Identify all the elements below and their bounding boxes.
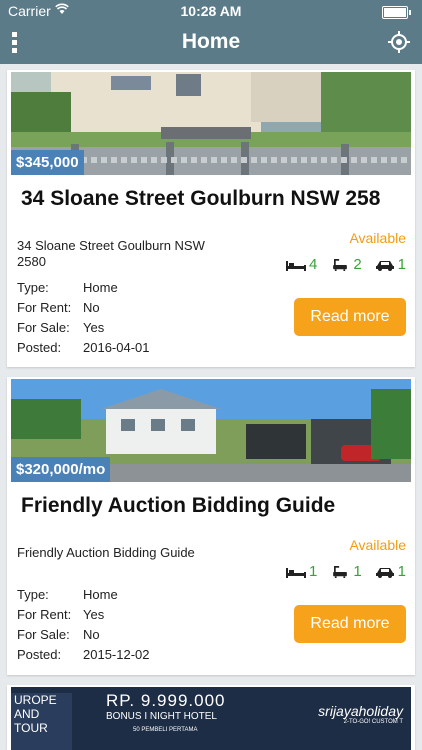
for-sale-label: For Sale: [17, 627, 70, 642]
listing-address: 34 Sloane Street Goulburn NSW 2580 [17, 238, 205, 269]
ad-banner-card[interactable]: UROPE AND TOUR RP. 9.999.000 BONUS I NIG… [7, 685, 415, 750]
listing-photo[interactable]: $320,000/mo [11, 379, 411, 482]
bath-icon [333, 258, 348, 271]
posted-label: Posted: [17, 647, 62, 662]
for-sale-value: No [83, 627, 100, 642]
posted-label: Posted: [17, 340, 62, 355]
bed-count: 1 [308, 563, 318, 580]
status-bar: Carrier 10:28 AM [0, 0, 422, 22]
availability-status: Available [349, 230, 406, 246]
listing-title[interactable]: 34 Sloane Street Goulburn NSW 258 [21, 187, 403, 211]
listing-details: Type: Home For Rent: No For Sale: Yes Poste… [17, 280, 150, 360]
for-rent-label: For Rent: [17, 300, 72, 315]
for-sale-label: For Sale: [17, 320, 70, 335]
amenities: 1 1 1 [285, 563, 406, 580]
page-title: Home [181, 30, 241, 53]
posted-value: 2015-12-02 [83, 647, 150, 662]
for-rent-label: For Rent: [17, 607, 72, 622]
bed-icon [285, 567, 306, 578]
status-time: 10:28 AM [180, 3, 242, 19]
ad-banner[interactable]: UROPE AND TOUR RP. 9.999.000 BONUS I NIG… [11, 687, 411, 750]
battery-icon [382, 6, 411, 19]
type-value: Home [83, 280, 118, 295]
ad-subtext: 50 PEMBELI PERTAMA [133, 727, 198, 733]
bath-count: 1 [353, 563, 362, 580]
bath-count: 2 [353, 256, 362, 273]
ad-brand-logo: srijayaholiday [318, 703, 403, 719]
for-rent-value: No [83, 300, 100, 315]
listing-address: Friendly Auction Bidding Guide [17, 545, 195, 560]
ad-price: RP. 9.999.000 [106, 691, 226, 710]
price-tag: $320,000/mo [11, 457, 111, 482]
car-icon [375, 567, 394, 578]
car-icon [375, 260, 394, 271]
ad-side-text: UROPE AND TOUR [11, 693, 72, 750]
for-sale-value: Yes [83, 320, 105, 335]
listing-card[interactable]: $345,000 34 Sloane Street Goulburn NSW 2… [7, 70, 415, 367]
bed-icon [285, 260, 306, 271]
for-rent-value: Yes [83, 607, 105, 622]
type-label: Type: [17, 280, 49, 295]
type-value: Home [83, 587, 118, 602]
bath-icon [333, 565, 348, 578]
car-count: 1 [397, 256, 406, 273]
read-more-button[interactable]: Read more [294, 605, 406, 643]
amenities: 4 2 1 [285, 256, 406, 273]
listing-card[interactable]: $320,000/mo Friendly Auction Bidding Gui… [7, 377, 415, 675]
type-label: Type: [17, 587, 49, 602]
ad-tagline: 2-TO-GO! CUSTOM T [343, 719, 403, 725]
price-tag: $345,000 [11, 150, 84, 175]
bed-count: 4 [308, 256, 318, 273]
listing-details: Type: Home For Rent: Yes For Sale: No Poste… [17, 587, 150, 667]
nav-bar: Home [0, 22, 422, 64]
listing-title[interactable]: Friendly Auction Bidding Guide [21, 494, 403, 518]
listing-photo[interactable]: $345,000 [11, 72, 411, 175]
ad-bonus: BONUS I NIGHT HOTEL [106, 711, 217, 722]
availability-status: Available [349, 537, 406, 553]
car-count: 1 [397, 563, 406, 580]
read-more-button[interactable]: Read more [294, 298, 406, 336]
crosshair-icon[interactable] [388, 31, 410, 53]
posted-value: 2016-04-01 [83, 340, 150, 355]
